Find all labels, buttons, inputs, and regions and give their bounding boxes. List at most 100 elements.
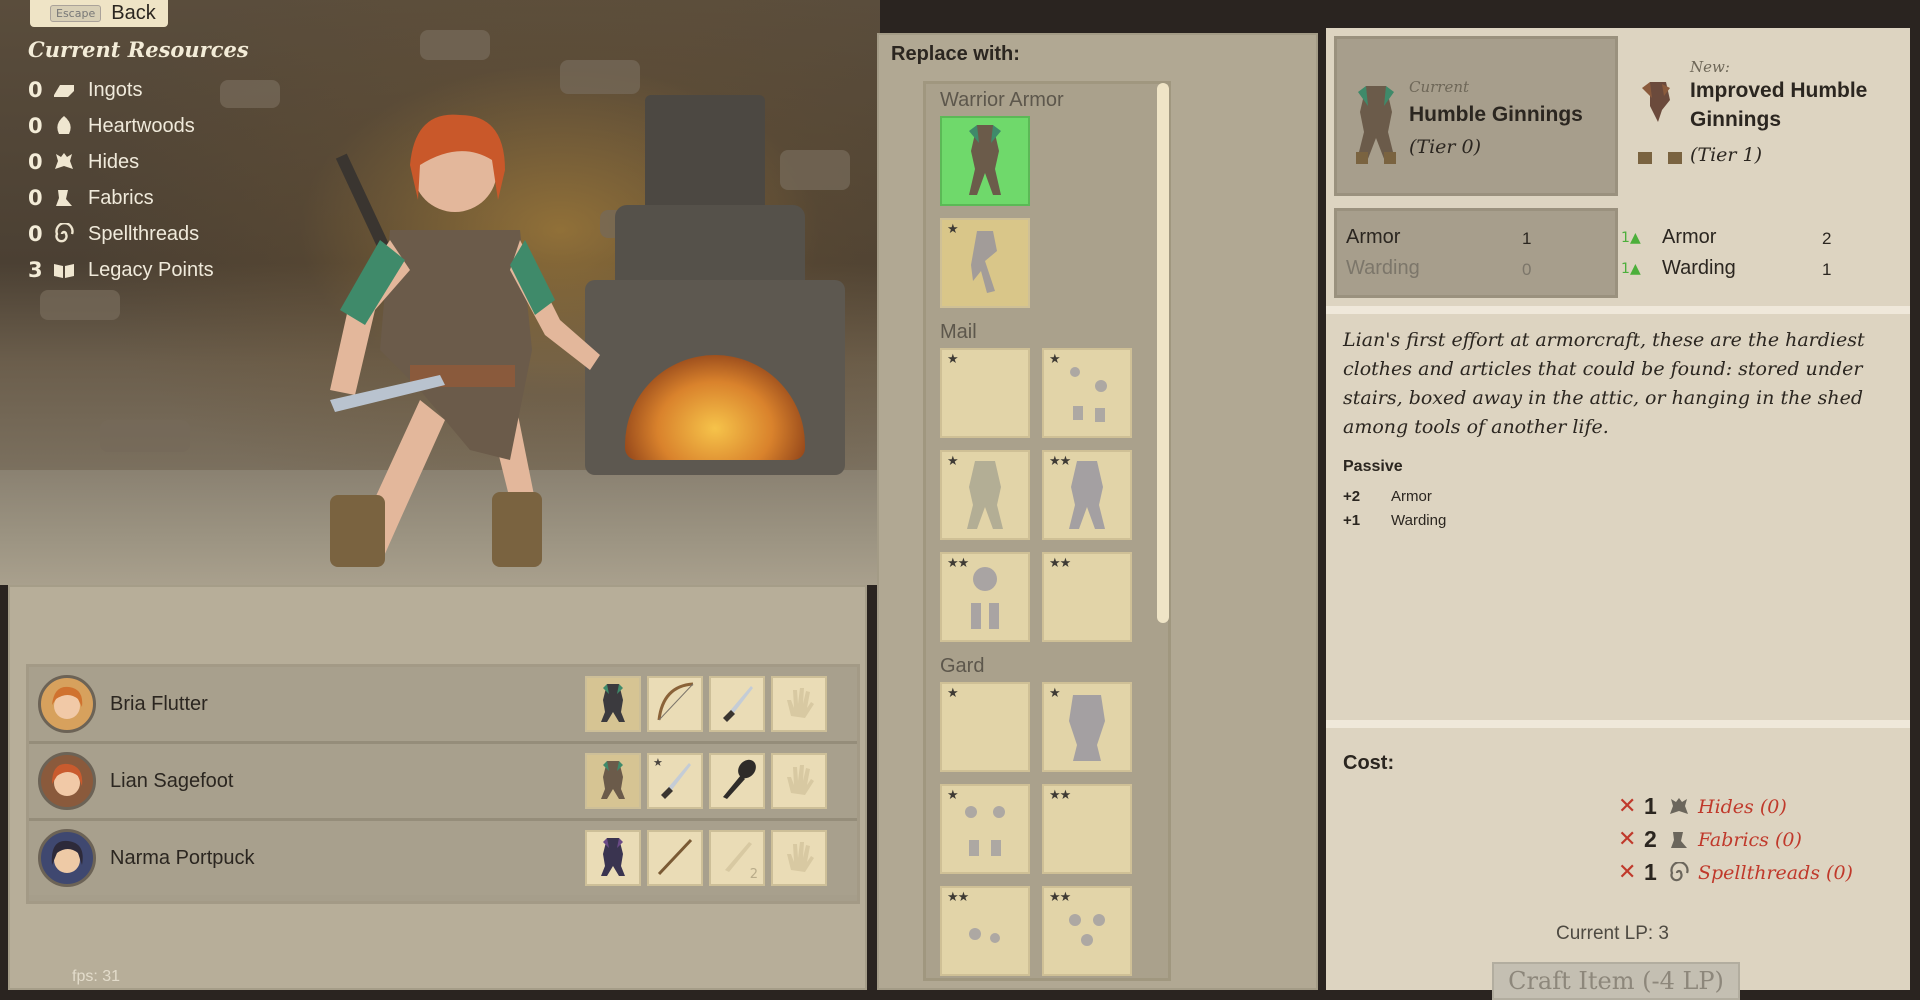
- armor-option-tile[interactable]: ★★: [940, 552, 1030, 642]
- club-icon: [715, 757, 759, 805]
- current-lp: Current LP: 3: [1556, 923, 1669, 944]
- accessory-slot[interactable]: [771, 830, 827, 886]
- accessory-slot[interactable]: [771, 753, 827, 809]
- current-stats: Armor 1 Warding 0: [1334, 208, 1618, 298]
- party-panel: Bria Flutter Lian Sagefoot ★ Narma Portp…: [8, 585, 867, 990]
- bow-icon: [653, 680, 697, 728]
- replace-title: Replace with:: [891, 43, 1020, 65]
- armor-silhouette-icon: [955, 453, 1015, 537]
- cost-amount: 2: [1644, 826, 1657, 852]
- armor-option-tile[interactable]: ★: [940, 348, 1030, 438]
- avatar: [38, 752, 96, 810]
- current-item-name: Humble Ginnings: [1409, 103, 1583, 126]
- hand-icon: [779, 759, 819, 803]
- missing-x-icon: ✕: [1618, 827, 1637, 852]
- back-button[interactable]: Escape Back: [30, 0, 168, 27]
- stat-value: 2: [1822, 229, 1832, 248]
- category-grid: ★ ★ ★ ★★ ★★ ★★: [926, 682, 1168, 978]
- party-member-row[interactable]: Lian Sagefoot ★: [29, 744, 857, 821]
- tier-stars: ★: [947, 222, 959, 237]
- armor-icon: [955, 119, 1015, 203]
- offhand-slot[interactable]: [709, 753, 765, 809]
- cost-label: Hides (0): [1698, 795, 1787, 818]
- party-member-row[interactable]: Narma Portpuck 2: [29, 821, 857, 895]
- resource-label: Legacy Points: [88, 258, 214, 281]
- armor-option-tile[interactable]: ★★: [1042, 886, 1132, 976]
- party-member-row[interactable]: Bria Flutter: [29, 667, 857, 744]
- tier-stars: ★: [947, 352, 959, 367]
- escape-key-hint: Escape: [50, 5, 102, 22]
- resource-label: Heartwoods: [88, 114, 195, 137]
- avatar: [38, 675, 96, 733]
- armor-icon: [593, 834, 633, 882]
- armor-option-tile[interactable]: ★: [940, 218, 1030, 308]
- armor-option-tile[interactable]: ★★: [1042, 784, 1132, 874]
- missing-x-icon: ✕: [1618, 794, 1637, 819]
- character-figure: [330, 114, 600, 567]
- passive-title: Passive: [1343, 458, 1403, 475]
- accessory-slot[interactable]: [771, 676, 827, 732]
- cost-row: ✕ 1 Spellthreads (0): [1618, 856, 1853, 889]
- tier-stars: ★★: [1049, 788, 1071, 803]
- avatar: [38, 829, 96, 887]
- new-item-tier: (Tier 1): [1690, 144, 1763, 166]
- stat-label: Armor: [1346, 226, 1401, 248]
- fabric-icon: [1668, 829, 1698, 851]
- cost-title: Cost:: [1343, 752, 1395, 774]
- tier-stars: ★: [1049, 686, 1061, 701]
- wall-stone: [40, 290, 120, 320]
- armor-option-tile[interactable]: [940, 116, 1030, 206]
- weapon-slot[interactable]: [647, 676, 703, 732]
- armor-option-tile[interactable]: ★: [940, 450, 1030, 540]
- resources-title: Current Resources: [28, 37, 249, 62]
- armor-option-tile[interactable]: ★: [1042, 348, 1132, 438]
- armor-option-tile[interactable]: ★★: [940, 886, 1030, 976]
- category-label: Warrior Armor: [940, 88, 1064, 111]
- wall-stone: [420, 30, 490, 60]
- armor-option-tile[interactable]: ★: [940, 784, 1030, 874]
- category-label: Mail: [940, 320, 977, 343]
- equipment-slots: [585, 676, 827, 732]
- passive-row: +2 Armor: [1343, 488, 1432, 505]
- resource-count: 3: [28, 258, 43, 282]
- party-list: Bria Flutter Lian Sagefoot ★ Narma Portp…: [26, 664, 860, 904]
- armor-option-tile[interactable]: ★★: [1042, 552, 1132, 642]
- tier-stars: ★★: [1049, 890, 1071, 905]
- tier-stars: ★: [1049, 352, 1061, 367]
- weapon-slot[interactable]: ★: [647, 753, 703, 809]
- armor-silhouette-icon: [955, 894, 1015, 968]
- resource-count: 0: [28, 222, 43, 246]
- armor-option-tile[interactable]: ★★: [1042, 450, 1132, 540]
- book-icon: [50, 258, 78, 282]
- resource-label: Hides: [88, 150, 140, 173]
- tier-stars: ★★: [1049, 556, 1071, 571]
- armor-silhouette-icon: [1057, 894, 1117, 968]
- item-detail-panel: Current Humble Ginnings (Tier 0) New: Im…: [1326, 28, 1910, 1000]
- offhand-slot[interactable]: 2: [709, 830, 765, 886]
- cost-list: ✕ 1 Hides (0) ✕ 2 Fabrics (0) ✕ 1 Spellt…: [1618, 790, 1853, 889]
- armor-slot[interactable]: [585, 830, 641, 886]
- party-member-name: Lian Sagefoot: [110, 769, 234, 792]
- armor-option-tile[interactable]: ★: [940, 682, 1030, 772]
- tier-stars: ★★: [947, 556, 969, 571]
- resource-hides: 0 Hides: [28, 144, 214, 180]
- armor-silhouette-icon: [1057, 356, 1117, 430]
- stat-label: Warding: [1662, 257, 1736, 279]
- new-item-name-line1: Improved Humble: [1690, 79, 1868, 102]
- offhand-slot[interactable]: [709, 676, 765, 732]
- resource-spellthreads: 0 Spellthreads: [28, 216, 214, 252]
- passive-row: +1 Warding: [1343, 512, 1446, 529]
- item-description: Lian's first effort at armorcraft, these…: [1343, 329, 1865, 438]
- armor-silhouette-icon: [1057, 685, 1117, 769]
- armor-slot[interactable]: [585, 753, 641, 809]
- weapon-slot[interactable]: [647, 830, 703, 886]
- scrollbar[interactable]: [1157, 83, 1169, 623]
- armor-slot[interactable]: [585, 676, 641, 732]
- category-grid: ★ ★ ★ ★★ ★★ ★★: [926, 348, 1168, 650]
- craft-item-button[interactable]: Craft Item (-4 LP): [1492, 962, 1740, 1000]
- cost-label: Fabrics (0): [1698, 828, 1802, 851]
- armor-option-tile[interactable]: ★: [1042, 682, 1132, 772]
- stats-comparison: Armor 1 Warding 0 ▲ 1 Armor 2 ▲ 1 Wardin…: [1334, 208, 1902, 298]
- armor-silhouette-icon: [955, 221, 1015, 305]
- tier-stars: ★: [947, 788, 959, 803]
